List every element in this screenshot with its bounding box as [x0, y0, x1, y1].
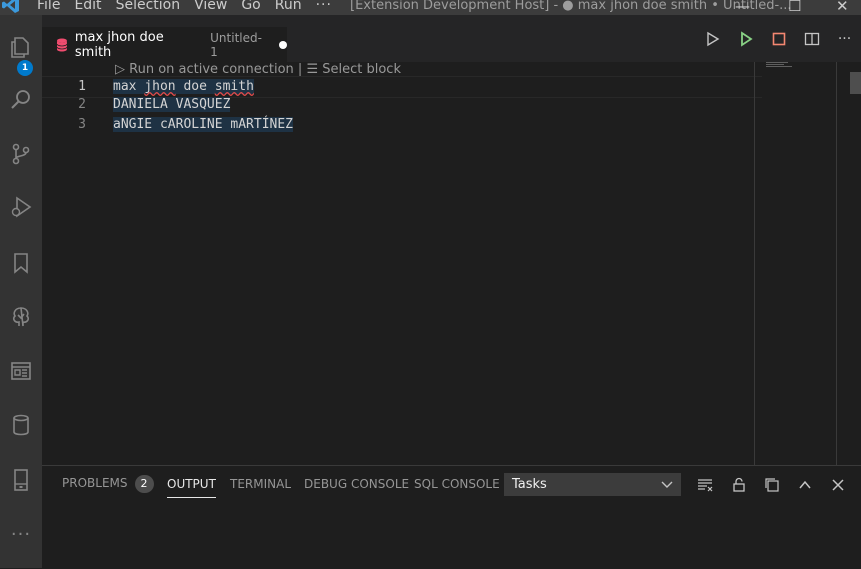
select-block-link[interactable]: ☰ Select block — [306, 62, 401, 77]
tab-description: Untitled-1 — [210, 30, 262, 59]
search-icon[interactable] — [0, 80, 42, 120]
clear-output-icon[interactable] — [694, 475, 716, 495]
title-bar: File Edit Selection View Go Run ··· [Ext… — [0, 0, 861, 15]
menu-selection[interactable]: Selection — [116, 0, 181, 13]
line-number: 3 — [78, 117, 86, 132]
tab-debug-console[interactable]: DEBUG CONSOLE — [304, 477, 409, 491]
editor-actions: ··· — [696, 27, 861, 51]
code-text-line-1: max jhon doe smith — [113, 79, 254, 94]
split-editor-icon[interactable] — [795, 27, 828, 51]
tree-icon[interactable] — [0, 297, 42, 337]
close-panel-icon[interactable] — [827, 475, 849, 495]
line-number: 1 — [78, 79, 86, 94]
menu-view[interactable]: View — [194, 0, 227, 13]
chevron-down-icon — [661, 481, 673, 488]
code-text-line-3: aNGIE cAROLINE mARTÍNEZ — [113, 117, 294, 132]
output-channel-select[interactable]: Tasks — [504, 473, 681, 496]
maximize-panel-icon[interactable] — [794, 475, 816, 495]
tab-sql-console[interactable]: SQL CONSOLE — [414, 477, 500, 491]
menu-edit[interactable]: Edit — [74, 0, 101, 13]
menu-more[interactable]: ··· — [316, 0, 332, 13]
tab-title: max jhon doe smith — [74, 29, 164, 60]
code-text: max jhon doe smith — [113, 79, 254, 94]
server-icon[interactable] — [0, 460, 42, 500]
code-text-line-2: DANIELA VASQUEZ — [113, 97, 231, 112]
menu-go[interactable]: Go — [241, 0, 260, 13]
code-line[interactable]: 3 aNGIE cAROLINE mARTÍNEZ — [42, 117, 762, 137]
output-channel-value: Tasks — [512, 477, 547, 492]
maximize-icon[interactable]: ☐ — [788, 0, 801, 15]
code-line[interactable]: 2 DANIELA VASQUEZ — [42, 97, 762, 117]
line-number: 2 — [78, 97, 86, 112]
close-window-icon[interactable]: ✕ — [836, 0, 849, 15]
tab-problems[interactable]: PROBLEMS 2 — [62, 475, 154, 493]
minimap-border — [754, 62, 755, 465]
menu-run[interactable]: Run — [275, 0, 302, 13]
tab-problems-label: PROBLEMS — [62, 476, 128, 490]
vertical-scrollbar[interactable] — [850, 72, 861, 94]
stop-icon[interactable] — [762, 27, 795, 51]
explorer-badge: 1 — [17, 60, 33, 76]
more-icon[interactable]: ··· — [0, 514, 42, 554]
editor-tab-bar: max jhon doe smith Untitled-1 ··· — [42, 15, 861, 62]
editor-area[interactable]: ▷ Run on active connection | ☰ Select bl… — [42, 62, 861, 465]
dashboard-icon[interactable] — [0, 351, 42, 391]
menu-file[interactable]: File — [37, 0, 60, 13]
open-log-icon[interactable] — [761, 475, 783, 495]
bookmark-icon[interactable] — [0, 243, 42, 283]
run-green-icon[interactable] — [729, 27, 762, 51]
database-file-icon — [56, 38, 68, 51]
source-control-icon[interactable] — [0, 134, 42, 174]
unsaved-dot-icon[interactable] — [279, 40, 287, 49]
window-title: [Extension Development Host] - ● max jho… — [350, 0, 792, 13]
codelens: ▷ Run on active connection | ☰ Select bl… — [115, 62, 401, 77]
database-icon[interactable] — [0, 405, 42, 445]
lock-icon[interactable] — [728, 475, 750, 495]
vscode-logo-icon — [2, 0, 19, 13]
bottom-panel: PROBLEMS 2 OUTPUT TERMINAL DEBUG CONSOLE … — [42, 465, 861, 569]
problems-count-badge: 2 — [134, 475, 154, 493]
more-actions-icon[interactable]: ··· — [828, 27, 861, 51]
minimap[interactable] — [766, 62, 813, 465]
activity-bar: 1 ··· — [0, 15, 42, 568]
run-debug-icon[interactable] — [0, 187, 42, 227]
code-line[interactable]: 1 max jhon doe smith — [42, 76, 762, 98]
menu-bar: File Edit Selection View Go Run ··· — [37, 0, 346, 13]
tab-terminal[interactable]: TERMINAL — [230, 477, 291, 491]
editor-tab[interactable]: max jhon doe smith Untitled-1 — [42, 27, 287, 62]
overview-ruler — [836, 62, 837, 465]
codelens-separator: | — [293, 62, 307, 77]
run-on-active-connection-link[interactable]: ▷ Run on active connection — [115, 62, 294, 77]
minimize-icon[interactable]: — — [735, 0, 750, 15]
tab-output[interactable]: OUTPUT — [167, 477, 216, 498]
run-icon[interactable] — [696, 27, 729, 51]
